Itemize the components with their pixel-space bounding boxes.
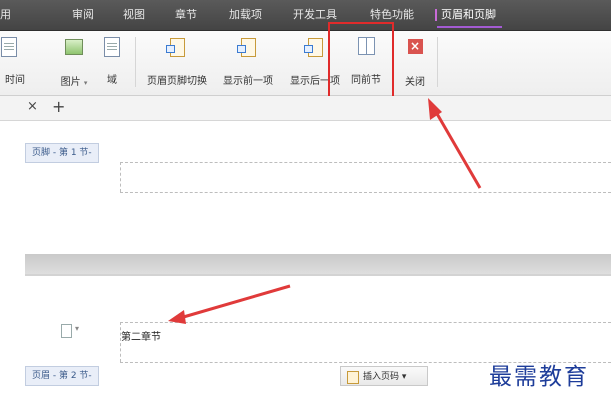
field-label: 域 — [107, 75, 117, 86]
field-icon — [102, 37, 122, 59]
ribbon-separator — [437, 37, 438, 87]
picture-icon — [64, 39, 84, 61]
footer-top-border — [120, 162, 611, 163]
picture-button[interactable]: 图片 ▾ — [57, 35, 91, 91]
close-label: 关闭 — [405, 77, 425, 88]
insert-page-number-label: 插入页码 ▾ — [363, 372, 407, 382]
chevron-down-icon[interactable]: ▾ — [75, 324, 79, 333]
document-tab-row: × + — [0, 96, 611, 121]
header-text[interactable]: 第二章节 — [121, 328, 161, 343]
show-previous-label: 显示前一项 — [223, 76, 273, 87]
page-separator — [25, 254, 611, 274]
date-time-button[interactable]: 时间 — [0, 35, 32, 91]
field-button[interactable]: 域 — [100, 35, 124, 91]
show-previous-icon — [236, 38, 258, 60]
header-footer-switch-label: 页眉页脚切换 — [147, 76, 207, 87]
footer-left-border — [120, 162, 121, 192]
menu-tab-bar: 用 审阅 视图 章节 加载项 开发工具 特色功能 页眉和页脚 — [0, 0, 611, 31]
picture-label: 图片 ▾ — [60, 77, 88, 88]
date-time-label: 时间 — [5, 75, 25, 86]
page-separator-line — [25, 274, 611, 276]
tab-chapter[interactable]: 章节 — [175, 0, 197, 30]
new-tab-icon[interactable]: + — [52, 97, 65, 116]
close-header-footer-button[interactable]: × 关闭 — [400, 35, 430, 91]
header-footer-switch-icon — [165, 38, 187, 60]
watermark-logo: 最需教育 — [489, 364, 589, 390]
tab-addins[interactable]: 加载项 — [229, 0, 262, 30]
close-document-tab-icon[interactable]: × — [27, 99, 38, 114]
header-top-border — [120, 322, 611, 323]
show-next-icon — [303, 38, 325, 60]
footer-section1-label: 页脚 - 第 1 节- — [25, 143, 99, 163]
footer-bottom-border — [120, 192, 611, 193]
ribbon-separator — [135, 37, 136, 87]
document-icon[interactable] — [61, 324, 72, 338]
show-previous-button[interactable]: 显示前一项 — [216, 35, 280, 91]
tab-review[interactable]: 审阅 — [72, 0, 94, 30]
arrow-to-header-text — [179, 284, 291, 320]
tab-view[interactable]: 视图 — [123, 0, 145, 30]
page-number-icon — [347, 371, 359, 384]
ribbon-toolbar: 时间 图片 ▾ 域 页眉页脚切换 显示前一项 显示后一项 同前节 × 关闭 — [0, 31, 611, 96]
calendar-icon — [1, 37, 25, 59]
insert-page-number-button[interactable]: 插入页码 ▾ — [340, 366, 428, 386]
tab-header-footer[interactable]: 页眉和页脚 — [435, 0, 502, 30]
header-footer-switch-button[interactable]: 页眉页脚切换 — [141, 35, 213, 91]
arrow-to-same-as-previous — [434, 111, 482, 189]
header-section2-label: 页眉 - 第 2 节- — [25, 366, 99, 386]
close-icon: × — [405, 39, 425, 61]
tab-use[interactable]: 用 — [0, 0, 11, 30]
